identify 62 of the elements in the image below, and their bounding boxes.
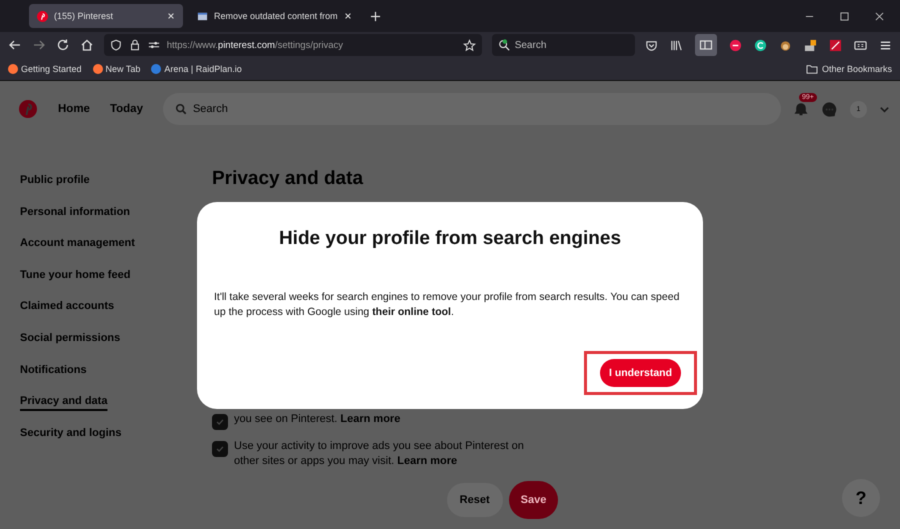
grammar-extension-icon[interactable] [754, 38, 767, 52]
option-text: you see on Pinterest. Learn more [234, 412, 400, 427]
forward-icon[interactable] [32, 38, 46, 52]
nav-link[interactable]: Today [102, 97, 151, 121]
permissions-icon [148, 39, 160, 51]
close-tab-icon[interactable] [167, 12, 175, 20]
library-icon[interactable] [670, 38, 683, 52]
nav-link[interactable]: Home [50, 97, 98, 121]
reset-button[interactable]: Reset [446, 483, 503, 517]
search-field[interactable]: Search [162, 93, 781, 125]
save-button[interactable]: Save [508, 481, 558, 519]
browser-tab[interactable]: Remove outdated content from [189, 4, 360, 28]
check-icon [215, 417, 225, 427]
close-tab-icon[interactable] [344, 12, 352, 20]
help-button[interactable]: ? [842, 479, 880, 517]
sidebar-toggle-icon[interactable] [695, 34, 717, 56]
pen-icon[interactable] [829, 38, 842, 52]
new-tab-icon[interactable] [370, 10, 381, 22]
dialog-text: It'll take several weeks for search engines to remove your profile from search results. You can speed up the process with Google using their online tool. [214, 290, 680, 320]
search-icon [174, 103, 187, 115]
browser-search-field[interactable]: Search [492, 34, 635, 56]
adblock-icon[interactable] [729, 38, 742, 52]
option-text: Use your activity to improve ads you see about Pinterest on other sites or apps you may visit. Learn more [234, 439, 525, 469]
sidebar-item[interactable]: Account management [20, 234, 135, 266]
pinterest-logo-icon [37, 10, 48, 22]
sidebar-item[interactable]: Social permissions [20, 328, 120, 361]
browser-tab[interactable]: (155) Pinterest [29, 4, 183, 28]
sidebar-item[interactable]: Security and logins [20, 424, 122, 456]
notifications-icon[interactable] [793, 101, 809, 117]
bookmark-star-icon[interactable] [462, 38, 476, 52]
home-icon[interactable] [80, 38, 94, 52]
sidebar-item[interactable]: Personal information [20, 202, 130, 234]
checkbox[interactable] [212, 414, 228, 430]
understand-button[interactable]: I understand [600, 359, 681, 387]
chat-bubble-icon[interactable] [821, 100, 838, 118]
search-icon [498, 39, 510, 51]
lock-icon [128, 39, 141, 51]
bookmark-link[interactable]: New Tab [92, 64, 140, 74]
back-icon[interactable] [8, 38, 22, 52]
checkbox[interactable] [212, 441, 228, 457]
sidebar-item[interactable]: Public profile [20, 171, 90, 203]
sidebar-item[interactable]: Privacy and data [20, 392, 108, 424]
reload-icon[interactable] [56, 38, 70, 52]
bookmark-link[interactable]: Arena | RaidPlan.io [151, 64, 242, 74]
sidebar-item[interactable]: Notifications [20, 360, 87, 392]
url-text: https://www.pinterest.com/settings/privacy [166, 40, 344, 50]
address-bar[interactable]: https://www.pinterest.com/settings/privacy [104, 34, 482, 56]
menu-icon[interactable] [879, 38, 892, 52]
caption-icon[interactable] [854, 38, 867, 52]
pocket-icon[interactable] [645, 38, 658, 52]
page-icon [197, 10, 208, 22]
sidebar-item[interactable]: Tune your home feed [20, 266, 130, 298]
maximize-icon[interactable] [840, 12, 849, 20]
other-bookmarks-link[interactable]: Other Bookmarks [806, 64, 892, 74]
close-icon[interactable] [875, 12, 884, 20]
folder-icon [806, 64, 818, 74]
bookmark-link[interactable]: Getting Started [8, 64, 82, 74]
shield-icon [110, 39, 122, 51]
check-icon [215, 444, 225, 454]
dialog-title: Hide your profile from search engines [278, 228, 622, 250]
page-title: Privacy and data [212, 168, 364, 190]
sidebar-item[interactable]: Claimed accounts [20, 297, 114, 329]
